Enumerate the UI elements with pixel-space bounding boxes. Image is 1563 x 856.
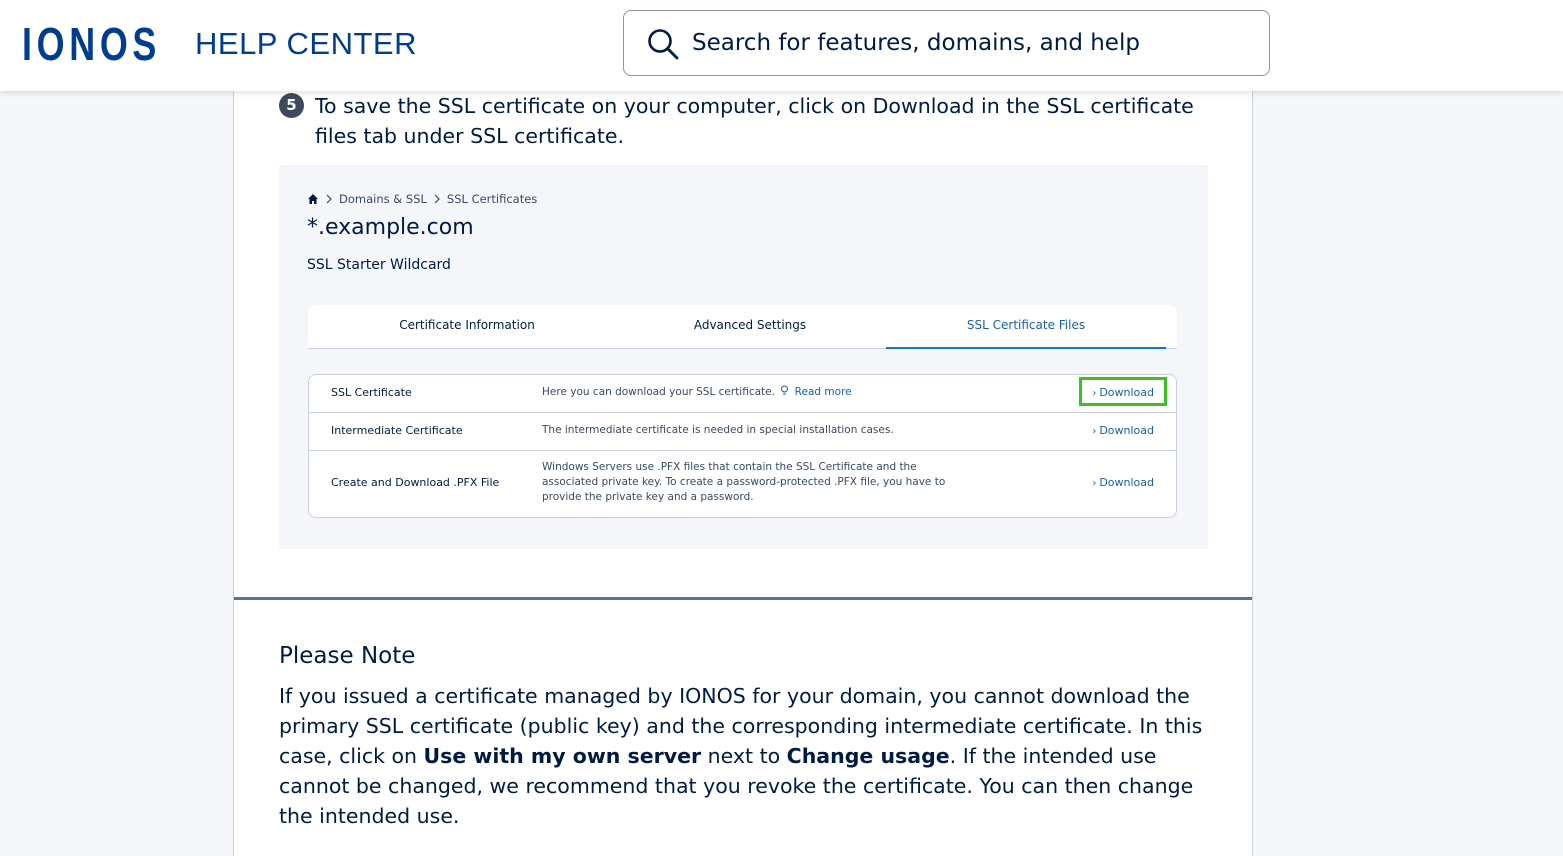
read-more-link: Read more (794, 386, 852, 398)
home-icon (308, 194, 318, 204)
chevron-right-icon (434, 194, 440, 204)
breadcrumb: Domains & SSL SSL Certificates (307, 192, 537, 206)
table-row: Create and Download .PFX File Windows Se… (309, 451, 1176, 517)
note-body: If you issued a certificate managed by I… (279, 681, 1209, 831)
download-link: › Download (1092, 424, 1154, 437)
note-title: Please Note (279, 643, 416, 669)
section-divider (234, 597, 1252, 600)
chevron-right-icon: › (1092, 426, 1097, 437)
row-description: Windows Servers use .PFX files that cont… (542, 461, 946, 503)
site-header: IONOS HELP CENTER (0, 0, 1563, 91)
description-text: Here you can download your SSL certifica… (542, 386, 775, 398)
table-row: Intermediate Certificate The intermediat… (309, 413, 1176, 451)
instruction-screenshot: Domains & SSL SSL Certificates *.example… (279, 165, 1208, 549)
certificate-type: SSL Starter Wildcard (307, 257, 451, 273)
row-description: The intermediate certificate is needed i… (542, 424, 894, 436)
download-highlight-box (1079, 377, 1167, 406)
row-name: Intermediate Certificate (331, 424, 463, 437)
breadcrumb-item: SSL Certificates (446, 192, 538, 206)
note-emphasis: Use with my own server (423, 744, 702, 768)
note-emphasis: Change usage (786, 744, 950, 768)
search-box[interactable] (623, 10, 1270, 76)
article-card: 5 To save the SSL certificate on your co… (233, 91, 1253, 856)
svg-text:IONOS: IONOS (22, 22, 157, 64)
tab-advanced-settings: Advanced Settings (693, 318, 807, 332)
step-text: To save the SSL certificate on your comp… (315, 94, 1194, 148)
certificate-domain: *.example.com (307, 215, 474, 240)
certificate-tabs: Certificate Information Advanced Setting… (308, 305, 1177, 349)
note-text: next to (701, 744, 787, 768)
ionos-logo[interactable]: IONOS (22, 22, 157, 64)
certificate-files-table: SSL Certificate Here you can download yo… (308, 374, 1177, 518)
table-row: SSL Certificate Here you can download yo… (309, 375, 1176, 413)
help-center-title[interactable]: HELP CENTER (195, 26, 417, 62)
row-description: Here you can download your SSL certifica… (542, 385, 952, 400)
step-number: 5 (279, 93, 304, 118)
search-icon (648, 29, 679, 60)
tab-ssl-certificate-files: SSL Certificate Files (886, 305, 1166, 349)
chevron-right-icon (326, 194, 332, 204)
download-label: Download (1099, 424, 1154, 437)
breadcrumb-item: Domains & SSL (339, 192, 427, 206)
row-name: Create and Download .PFX File (331, 476, 500, 489)
chevron-right-icon: › (1092, 478, 1097, 489)
tab-certificate-information: Certificate Information (399, 318, 535, 332)
download-label: Download (1099, 476, 1154, 489)
row-name: SSL Certificate (331, 386, 412, 399)
lightbulb-icon (781, 385, 789, 395)
download-link: › Download (1092, 476, 1154, 489)
search-input[interactable] (692, 25, 1252, 61)
